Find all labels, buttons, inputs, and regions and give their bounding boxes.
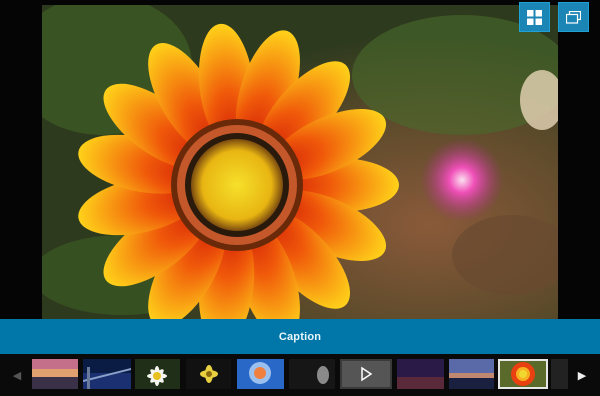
- next-button[interactable]: ▶: [574, 354, 590, 396]
- window-icon: [566, 10, 581, 24]
- thumbnail-gazania-flower[interactable]: [498, 359, 548, 389]
- thumbnail-yellow-flower[interactable]: [186, 359, 231, 389]
- window-mode-button[interactable]: [558, 2, 589, 32]
- caption-text: Caption: [278, 330, 322, 343]
- grid-view-button[interactable]: [519, 2, 550, 32]
- thumbnail-partial[interactable]: [551, 359, 568, 389]
- grid-icon: [527, 9, 542, 25]
- chevron-left-icon: ◀: [12, 369, 22, 382]
- thumbnail-daisy[interactable]: [135, 359, 180, 389]
- thumbnail-pier[interactable]: [83, 359, 131, 389]
- thumbnail-evening-coast[interactable]: [449, 359, 494, 389]
- chevron-right-icon: ▶: [577, 369, 587, 382]
- thumbnail-video[interactable]: [340, 359, 392, 389]
- thumbnail-dark-bird[interactable]: [289, 359, 335, 389]
- image-viewer: [0, 0, 600, 319]
- caption-bar: Caption: [0, 319, 600, 354]
- thumbnail-sunset-sea[interactable]: [32, 359, 78, 389]
- thumbnail-jellyfish[interactable]: [237, 359, 284, 389]
- main-photo[interactable]: [42, 5, 558, 319]
- thumbnail-dusk-sky[interactable]: [397, 359, 444, 389]
- prev-button[interactable]: ◀: [9, 354, 25, 396]
